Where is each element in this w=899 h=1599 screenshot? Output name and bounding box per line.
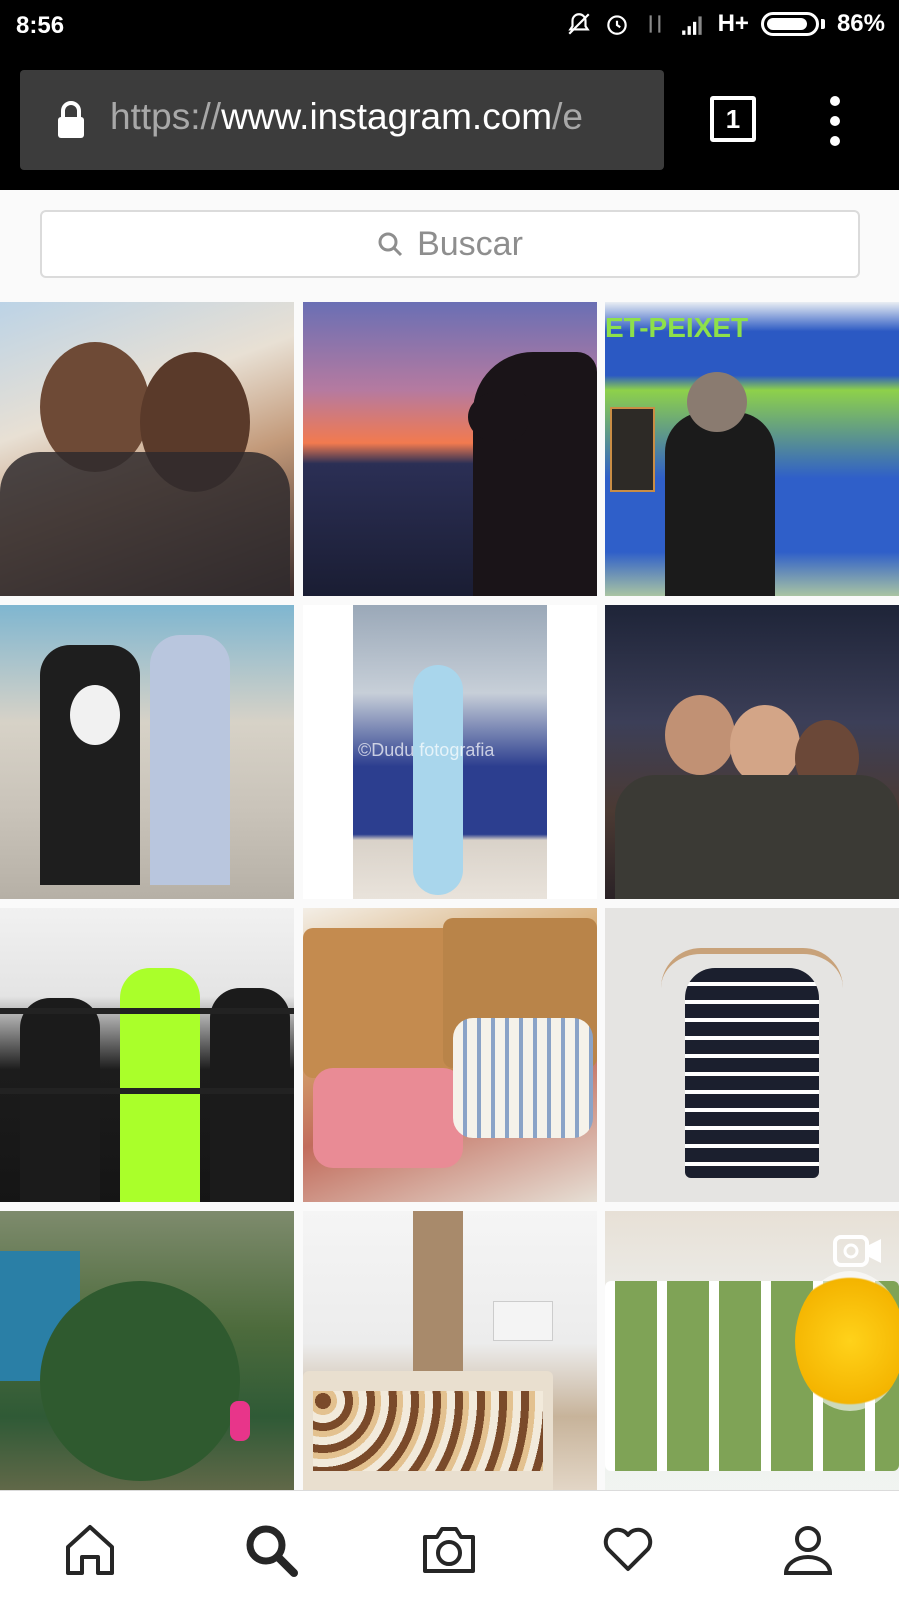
explore-grid: ET-PEIXET ©Dudu fotografia xyxy=(0,302,899,1490)
status-icons: H+ 86% xyxy=(566,10,885,38)
nav-home[interactable] xyxy=(60,1519,120,1579)
pine-tree xyxy=(40,1281,240,1481)
search-icon xyxy=(378,232,403,257)
person xyxy=(40,645,140,885)
heart-icon xyxy=(603,1527,653,1571)
status-bar: 8:56 H+ 86% xyxy=(0,0,899,52)
battery-icon xyxy=(760,12,819,36)
video-camera-icon xyxy=(833,1235,881,1267)
network-type: H+ xyxy=(717,10,749,37)
grid-post[interactable] xyxy=(0,908,294,1202)
person xyxy=(150,635,230,885)
search-area: Buscar xyxy=(0,190,899,302)
grid-post[interactable] xyxy=(605,605,899,899)
grid-post[interactable]: ©Dudu fotografia xyxy=(303,605,597,899)
grid-post[interactable] xyxy=(605,908,899,1202)
bottom-navigation xyxy=(0,1490,899,1599)
skull-print xyxy=(70,685,120,745)
towel xyxy=(313,1068,463,1168)
alarm-icon xyxy=(606,15,627,35)
menu-board xyxy=(610,407,655,492)
person-head xyxy=(730,705,800,785)
bodies xyxy=(615,775,899,899)
search-placeholder: Buscar xyxy=(417,224,523,263)
truck-sign: ET-PEIXET xyxy=(605,312,749,343)
mute-notification-icon xyxy=(567,13,590,35)
menu-dot xyxy=(830,116,840,126)
pastries xyxy=(313,1391,543,1471)
juice-glass xyxy=(795,1271,899,1411)
register xyxy=(493,1301,553,1341)
profile-icon xyxy=(783,1526,833,1575)
grid-post[interactable] xyxy=(303,908,597,1202)
grid-post[interactable] xyxy=(605,1211,899,1490)
nav-search[interactable] xyxy=(240,1519,300,1579)
skater xyxy=(413,665,463,895)
dog-snout xyxy=(468,392,528,442)
overflow-menu-button[interactable] xyxy=(826,96,844,146)
rope xyxy=(0,1008,294,1014)
menu-dot xyxy=(830,96,840,106)
address-bar[interactable]: https://www.instagram.com/e xyxy=(20,70,664,170)
grid-post[interactable]: ET-PEIXET xyxy=(605,302,899,596)
watermark: ©Dudu fotografia xyxy=(358,740,495,760)
towel xyxy=(453,1018,593,1138)
runner xyxy=(20,998,100,1202)
stone-wall xyxy=(413,1211,463,1371)
home-icon xyxy=(66,1525,114,1575)
nav-activity[interactable] xyxy=(598,1519,658,1579)
search-input[interactable]: Buscar xyxy=(40,210,860,278)
person-head xyxy=(665,695,735,775)
signal-icon xyxy=(681,16,702,35)
runner xyxy=(210,988,290,1202)
grid-post[interactable] xyxy=(0,302,294,596)
url-text[interactable]: https://www.instagram.com/e xyxy=(110,96,650,138)
grid-post[interactable] xyxy=(0,1211,294,1490)
camera-icon xyxy=(423,1527,475,1573)
browser-toolbar: https://www.instagram.com/e 1 xyxy=(0,52,899,190)
grid-post[interactable] xyxy=(303,302,597,596)
battery-tip xyxy=(820,19,825,29)
data-transfer-icon xyxy=(649,15,661,33)
url-host: www.instagram.com xyxy=(221,96,553,137)
grid-post[interactable] xyxy=(0,605,294,899)
menu-dot xyxy=(830,136,840,146)
striped-top xyxy=(685,968,819,1178)
lock-icon xyxy=(58,101,84,138)
person xyxy=(665,412,775,596)
url-path: /e xyxy=(552,96,583,137)
person-head xyxy=(687,372,747,432)
tab-switcher-button[interactable]: 1 xyxy=(710,96,756,142)
url-scheme: https:// xyxy=(110,96,222,137)
search-icon xyxy=(246,1525,298,1577)
dog-silhouette xyxy=(473,352,597,596)
nav-profile[interactable] xyxy=(778,1519,838,1579)
bodies xyxy=(0,452,290,596)
grid-post[interactable] xyxy=(303,1211,597,1490)
runner-green xyxy=(120,968,200,1202)
runner xyxy=(230,1401,250,1441)
basket xyxy=(303,928,453,1078)
rope xyxy=(0,1088,294,1094)
status-time: 8:56 xyxy=(16,12,65,39)
nav-camera[interactable] xyxy=(419,1519,479,1579)
battery-percent: 86% xyxy=(836,10,885,37)
